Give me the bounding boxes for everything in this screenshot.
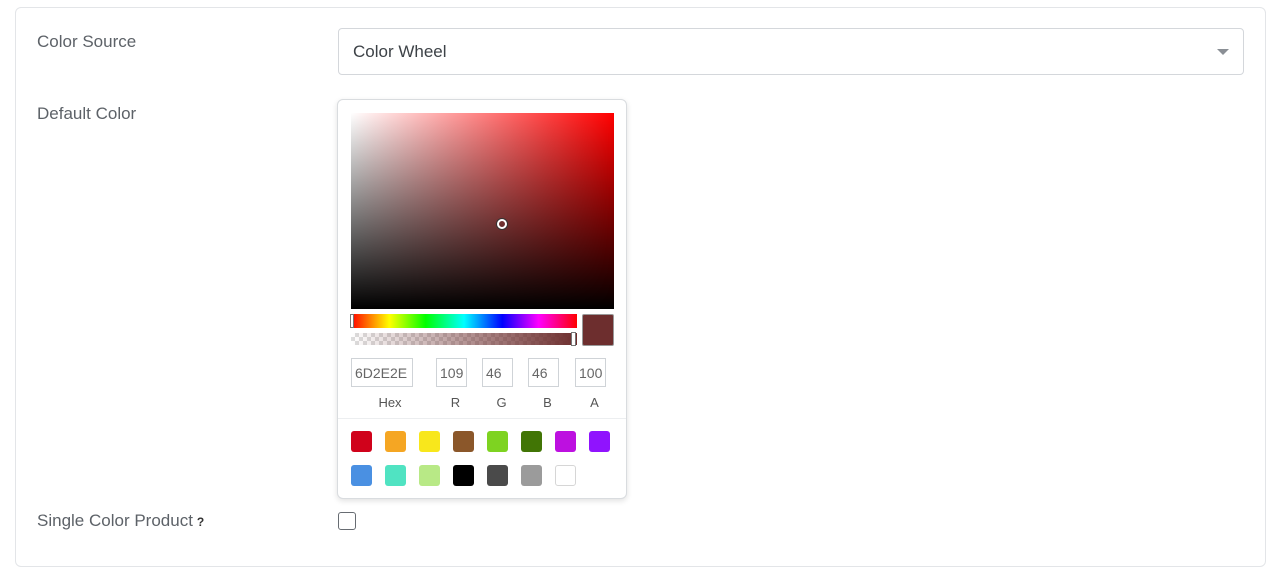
preset-swatch[interactable] [589,431,610,452]
alpha-label: A [590,395,599,410]
blue-label: B [543,395,552,410]
preset-swatch[interactable] [351,465,372,486]
color-source-select[interactable]: Color Wheel [338,28,1244,75]
single-color-product-label: Single Color Product? [37,511,204,531]
preset-swatch[interactable] [521,431,542,452]
preset-swatch[interactable] [453,431,474,452]
swatch-divider [338,418,626,419]
preset-swatch[interactable] [487,431,508,452]
hex-input[interactable] [351,358,413,387]
saturation-value-area[interactable] [351,113,614,309]
single-color-product-checkbox[interactable] [338,512,356,530]
preset-swatch[interactable] [385,431,406,452]
blue-input[interactable] [528,358,559,387]
hex-label: Hex [378,395,402,410]
preset-swatch[interactable] [521,465,542,486]
color-source-value: Color Wheel [353,41,447,61]
alpha-input[interactable] [575,358,606,387]
preset-swatch[interactable] [351,431,372,452]
preset-swatch[interactable] [385,465,406,486]
alpha-gradient [351,333,577,345]
preset-swatch[interactable] [453,465,474,486]
alpha-slider-handle[interactable] [571,332,576,346]
color-picker: Hex R G B A [337,99,627,499]
preset-swatch[interactable] [555,465,576,486]
default-color-label: Default Color [37,104,137,123]
chevron-down-icon [1217,49,1229,55]
green-input[interactable] [482,358,513,387]
single-color-product-text: Single Color Product [37,511,193,530]
settings-panel [15,7,1266,567]
red-label: R [450,395,461,410]
green-label: G [496,395,507,410]
preset-swatch[interactable] [487,465,508,486]
color-source-label: Color Source [37,32,137,51]
preset-swatch[interactable] [419,465,440,486]
hue-slider[interactable] [350,314,577,328]
hue-slider-handle[interactable] [350,314,354,328]
preset-swatch[interactable] [555,431,576,452]
red-input[interactable] [436,358,467,387]
help-icon[interactable]: ? [197,515,204,529]
preset-swatch[interactable] [419,431,440,452]
color-preview-swatch [582,314,614,346]
alpha-slider[interactable] [351,332,577,346]
saturation-value-handle[interactable] [497,219,507,229]
